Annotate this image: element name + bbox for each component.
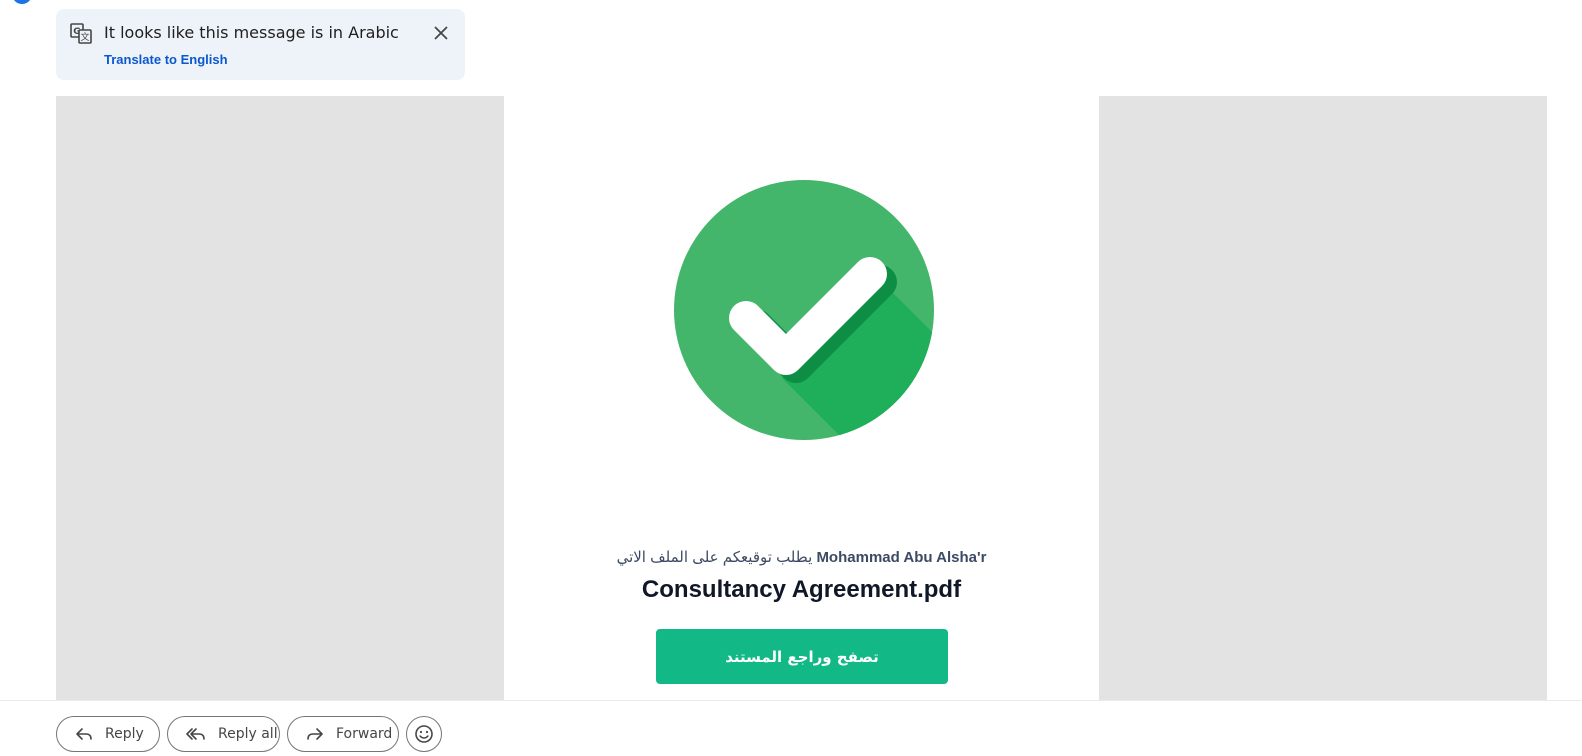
avatar-edge [12,0,32,4]
content-panel: يطلب توقيعكم على الملف الاتي Mohammad Ab… [504,96,1099,700]
translate-link[interactable]: Translate to English [104,52,228,67]
reply-all-button[interactable]: Reply all [167,716,280,752]
reply-button[interactable]: Reply [56,716,160,752]
divider [0,700,1582,701]
svg-text:文: 文 [80,31,89,43]
file-name: Consultancy Agreement.pdf [641,576,962,603]
request-text: يطلب توقيعكم على الملف الاتي [616,549,813,566]
review-document-button[interactable]: تصفح وراجع المستند [656,629,948,684]
emoji-icon [415,725,433,743]
signature-request-line: يطلب توقيعكم على الملف الاتي Mohammad Ab… [504,548,1099,566]
translate-banner: G 文 It looks like this message is in Ara… [56,9,465,80]
reply-all-icon [186,728,205,740]
translate-icon: G 文 [70,23,92,45]
emoji-reaction-button[interactable] [406,716,442,752]
reply-icon [76,728,92,740]
close-icon[interactable] [431,23,451,43]
forward-label: Forward [336,726,393,742]
check-circle-icon [674,180,934,440]
forward-icon [307,728,323,740]
forward-button[interactable]: Forward [287,716,399,752]
email-body: يطلب توقيعكم على الملف الاتي Mohammad Ab… [56,96,1547,700]
sender-name: Mohammad Abu Alsha'r [816,549,987,566]
banner-message: It looks like this message is in Arabic [104,23,399,42]
reply-all-label: Reply all [218,726,278,742]
reply-label: Reply [105,726,144,742]
